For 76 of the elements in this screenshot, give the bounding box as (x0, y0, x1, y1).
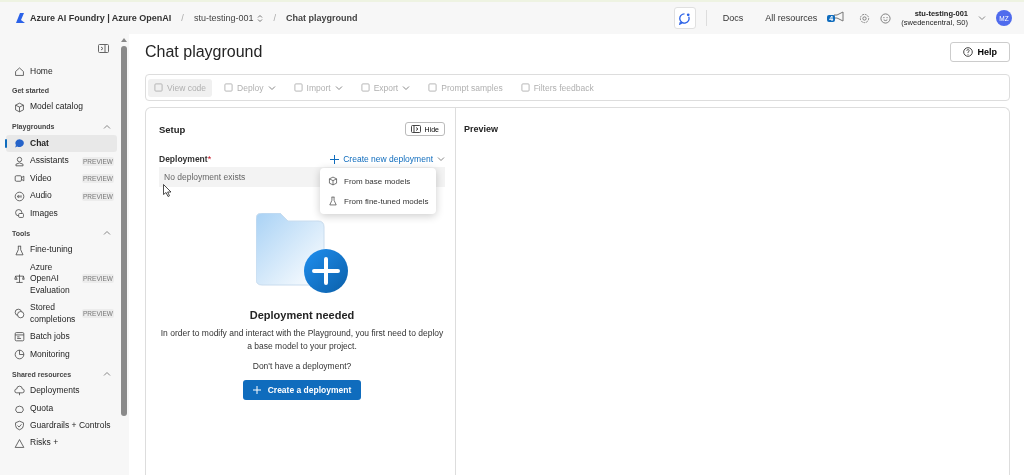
settings-icon[interactable] (859, 12, 871, 24)
dropdown-chevron-icon (402, 83, 411, 92)
preview-title: Preview (464, 124, 499, 134)
nav-item[interactable]: Home (6, 63, 117, 81)
nav-item[interactable]: Risks + (6, 434, 117, 452)
nav-item[interactable]: Batch jobs (6, 328, 117, 346)
cursor-icon (163, 184, 172, 197)
toolbar-icon (224, 83, 234, 92)
home-icon (14, 66, 25, 78)
collapse-chevron-icon (103, 370, 111, 379)
breadcrumb-separator: / (181, 13, 184, 23)
megaphone-icon[interactable] (833, 11, 846, 22)
top-link[interactable]: All resources (759, 13, 824, 23)
nav-item[interactable]: Fine-tuning (6, 241, 117, 259)
plus-icon (252, 386, 261, 395)
nav-item[interactable]: Monitoring (6, 345, 117, 364)
dropdown-chevron-icon (334, 83, 343, 92)
video-icon (14, 173, 25, 185)
audio-icon (14, 190, 25, 202)
nav-item[interactable]: Guardrails + Controls (6, 416, 117, 435)
help-icon (963, 47, 974, 57)
field-label: Deployment (159, 154, 208, 164)
help-button[interactable]: Help (950, 42, 1010, 62)
empty-description: In order to modify and interact with the Playground, you first need to deploy a base model to your project. (159, 327, 445, 354)
collapse-chevron-icon (103, 229, 111, 238)
stack-icon (14, 308, 25, 320)
toolbar-icon (428, 83, 438, 92)
dropdown-chevron-icon (267, 83, 276, 92)
breadcrumb[interactable]: Chat playground (285, 13, 358, 23)
chat-icon (14, 138, 25, 150)
toolbar-icon (154, 83, 163, 92)
scroll-up-icon[interactable] (120, 38, 127, 42)
person-icon (14, 155, 25, 167)
shield-icon (14, 420, 25, 432)
chart-icon (14, 348, 25, 360)
smiley-icon[interactable] (880, 12, 892, 24)
nav-item[interactable]: Model catalog (6, 98, 117, 116)
brand-title: Azure AI Foundry | Azure OpenAI (30, 13, 172, 23)
create-deployment-link[interactable]: Create new deployment (330, 154, 445, 164)
panel-icon (410, 125, 421, 133)
flask-icon (14, 244, 25, 256)
nav-item[interactable]: Deployments (6, 382, 117, 400)
panel-toggle-icon[interactable] (98, 44, 109, 53)
page-title: Chat playground (145, 43, 263, 61)
account-chevron-icon (978, 14, 986, 22)
calendar-icon (14, 331, 25, 343)
nav-item[interactable]: Chat (6, 134, 117, 153)
warning-icon (14, 437, 25, 449)
toolbar-icon (520, 83, 530, 92)
empty-title: Deployment needed (249, 309, 355, 321)
up-down-icon (257, 13, 264, 23)
chat-sparkle-icon (678, 11, 692, 25)
scale-icon (14, 273, 25, 285)
empty-prompt: Don't have a deployment? (252, 361, 352, 372)
top-link[interactable]: Docs (716, 13, 750, 23)
menu-item[interactable]: From fine-tuned models (320, 191, 437, 211)
toolbar-icon (360, 83, 370, 92)
breadcrumb-separator: / (273, 13, 276, 23)
collapse-chevron-icon (103, 122, 111, 131)
nav-item[interactable]: Quota (6, 399, 117, 417)
cube-icon (14, 101, 25, 113)
copilot-button[interactable] (673, 7, 696, 29)
breadcrumb[interactable]: stu-testing-001 (193, 13, 264, 23)
plus-icon (330, 154, 340, 164)
scrollbar-thumb[interactable] (120, 46, 127, 416)
create-deployment-button[interactable]: Create a deployment (242, 380, 362, 401)
flask-icon (328, 196, 338, 206)
required-mark: * (207, 154, 212, 164)
cube-icon (328, 176, 338, 186)
nav-item[interactable]: Images (6, 204, 117, 223)
chevron-icon (437, 155, 445, 163)
logo-icon (16, 13, 25, 23)
setup-title: Setup (159, 123, 186, 135)
toolbar-icon (293, 83, 303, 92)
cloud-icon (14, 385, 25, 397)
image-icon (14, 208, 25, 220)
